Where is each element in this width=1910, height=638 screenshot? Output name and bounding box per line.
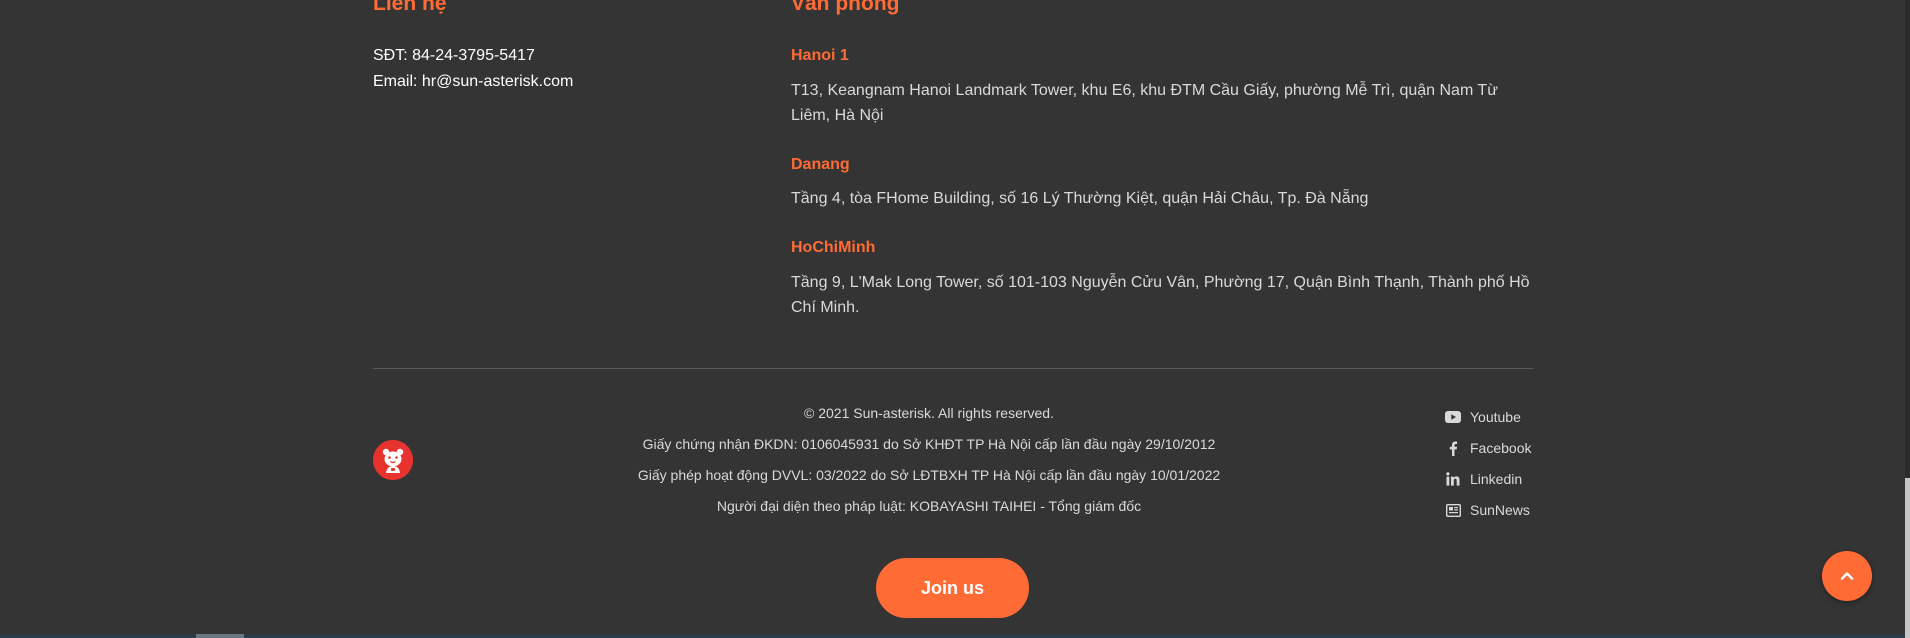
office-address-hochiminh: Tầng 9, L'Mak Long Tower, số 101-103 Ngu… bbox=[791, 274, 1530, 316]
social-link-linkedin[interactable]: Linkedin bbox=[1445, 469, 1522, 489]
contact-heading: Liên hệ bbox=[373, 0, 447, 15]
join-us-button[interactable]: Join us bbox=[876, 558, 1029, 618]
linkedin-icon bbox=[1445, 471, 1461, 487]
chevron-up-icon bbox=[1840, 572, 1854, 580]
social-label-facebook: Facebook bbox=[1470, 440, 1532, 456]
office-name-hochiminh: HoChiMinh bbox=[791, 239, 876, 256]
footer: Liên hệ SĐT: 84-24-3795-5417 Email: hr@s… bbox=[0, 0, 1910, 638]
office-address-hanoi: T13, Keangnam Hanoi Landmark Tower, khu … bbox=[791, 82, 1498, 124]
office-address-danang: Tầng 4, tòa FHome Building, số 16 Lý Thư… bbox=[791, 190, 1369, 207]
lion-mascot-icon bbox=[373, 440, 413, 480]
footer-divider bbox=[373, 368, 1533, 369]
offices-heading: Văn phòng bbox=[791, 0, 900, 15]
office-name-danang: Danang bbox=[791, 156, 850, 173]
registration-text: Giấy chứng nhận ĐKDN: 0106045931 do Sở K… bbox=[642, 436, 1216, 452]
copyright-text: © 2021 Sun-asterisk. All rights reserved… bbox=[804, 405, 1054, 421]
bottom-bar bbox=[0, 634, 1905, 638]
social-label-sunnews: SunNews bbox=[1470, 502, 1530, 518]
back-to-top-button[interactable] bbox=[1822, 551, 1872, 601]
contact-email[interactable]: Email: hr@sun-asterisk.com bbox=[373, 72, 573, 92]
newspaper-icon bbox=[1445, 502, 1461, 518]
social-link-sunnews[interactable]: SunNews bbox=[1445, 500, 1530, 520]
youtube-icon bbox=[1445, 409, 1461, 425]
social-link-youtube[interactable]: Youtube bbox=[1445, 407, 1521, 427]
office-name-hanoi: Hanoi 1 bbox=[791, 47, 849, 64]
social-label-linkedin: Linkedin bbox=[1470, 471, 1523, 487]
scrollbar-thumb[interactable] bbox=[1905, 478, 1910, 638]
bottom-bar-chip bbox=[196, 634, 244, 638]
contact-phone[interactable]: SĐT: 84-24-3795-5417 bbox=[373, 46, 535, 66]
license-text: Giấy phép hoạt động DVVL: 03/2022 do Sở … bbox=[637, 467, 1221, 483]
sun-asterisk-logo-icon[interactable] bbox=[373, 440, 413, 480]
social-link-facebook[interactable]: Facebook bbox=[1445, 438, 1531, 458]
social-label-youtube: Youtube bbox=[1470, 409, 1521, 425]
facebook-icon bbox=[1445, 440, 1461, 456]
representative-text: Người đại diện theo pháp luật: KOBAYASHI… bbox=[716, 498, 1142, 514]
